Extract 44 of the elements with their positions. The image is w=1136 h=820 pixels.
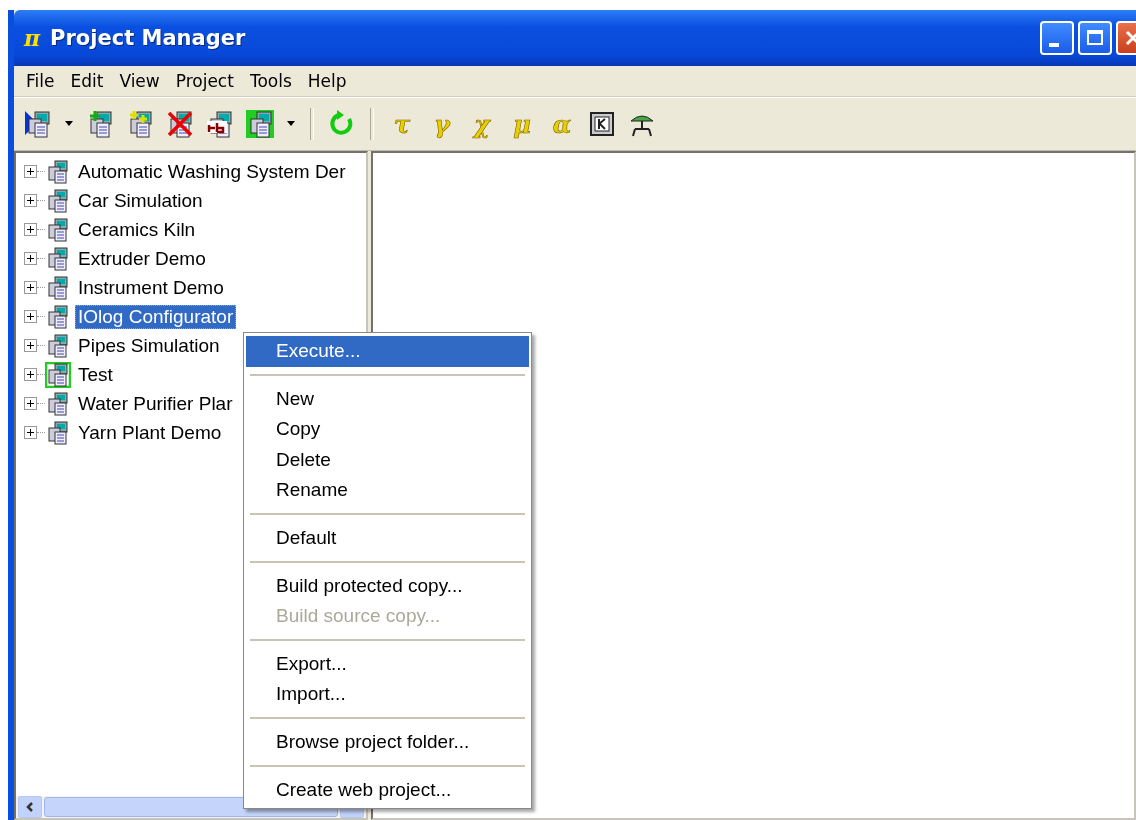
- context-menu-item[interactable]: Execute...: [246, 336, 529, 367]
- tree-item[interactable]: Test: [75, 362, 116, 387]
- scroll-left-button[interactable]: [18, 796, 42, 818]
- expand-icon[interactable]: [24, 165, 37, 178]
- context-menu-item[interactable]: Export...: [246, 648, 529, 680]
- menu-item[interactable]: Tools: [241, 71, 300, 91]
- window-title: Project Manager: [50, 26, 247, 50]
- context-menu-item[interactable]: Build protected copy...: [246, 570, 529, 602]
- expand-icon[interactable]: [24, 194, 37, 207]
- tree-item[interactable]: IOlog Configurator: [75, 304, 237, 329]
- tree-item[interactable]: Automatic Washing System Der: [75, 159, 349, 184]
- menu-item[interactable]: Help: [299, 71, 355, 91]
- menu-item[interactable]: Project: [167, 71, 242, 91]
- expand-icon[interactable]: [24, 339, 37, 352]
- context-menu-item[interactable]: Rename: [246, 475, 529, 506]
- menu-item[interactable]: Edit: [62, 71, 112, 91]
- context-menu-item[interactable]: Delete: [246, 444, 529, 476]
- context-menu-item[interactable]: Default: [246, 522, 529, 554]
- expand-icon[interactable]: [24, 310, 37, 323]
- app-icon: π: [24, 25, 41, 51]
- menu-item[interactable]: View: [111, 71, 168, 91]
- context-menu-item[interactable]: Import...: [246, 679, 529, 710]
- minimize-button[interactable]: [1040, 21, 1074, 55]
- expand-icon[interactable]: [24, 426, 37, 439]
- tree-item[interactable]: Water Purifier Plar: [75, 391, 236, 416]
- expand-icon[interactable]: [24, 281, 37, 294]
- context-menu-item[interactable]: Create web project...: [246, 774, 529, 806]
- expand-icon[interactable]: [24, 223, 37, 236]
- tree-item[interactable]: Ceramics Kiln: [75, 217, 199, 242]
- tree-item[interactable]: Car Simulation: [75, 188, 206, 213]
- expand-icon[interactable]: [24, 368, 37, 381]
- maximize-button[interactable]: [1078, 21, 1112, 55]
- minimize-icon: [1049, 43, 1059, 47]
- maximize-icon: [1085, 28, 1105, 48]
- tree-item[interactable]: Pipes Simulation: [75, 333, 223, 358]
- tree-item[interactable]: Instrument Demo: [75, 275, 227, 300]
- context-menu-item[interactable]: Browse project folder...: [246, 726, 529, 758]
- context-menu-item[interactable]: Copy: [246, 414, 529, 445]
- tree-item[interactable]: Yarn Plant Demo: [75, 420, 225, 445]
- tree-item[interactable]: Extruder Demo: [75, 246, 209, 271]
- expand-icon[interactable]: [24, 397, 37, 410]
- expand-icon[interactable]: [24, 252, 37, 265]
- context-menu-item[interactable]: New: [246, 383, 529, 415]
- menu-item[interactable]: File: [18, 71, 63, 91]
